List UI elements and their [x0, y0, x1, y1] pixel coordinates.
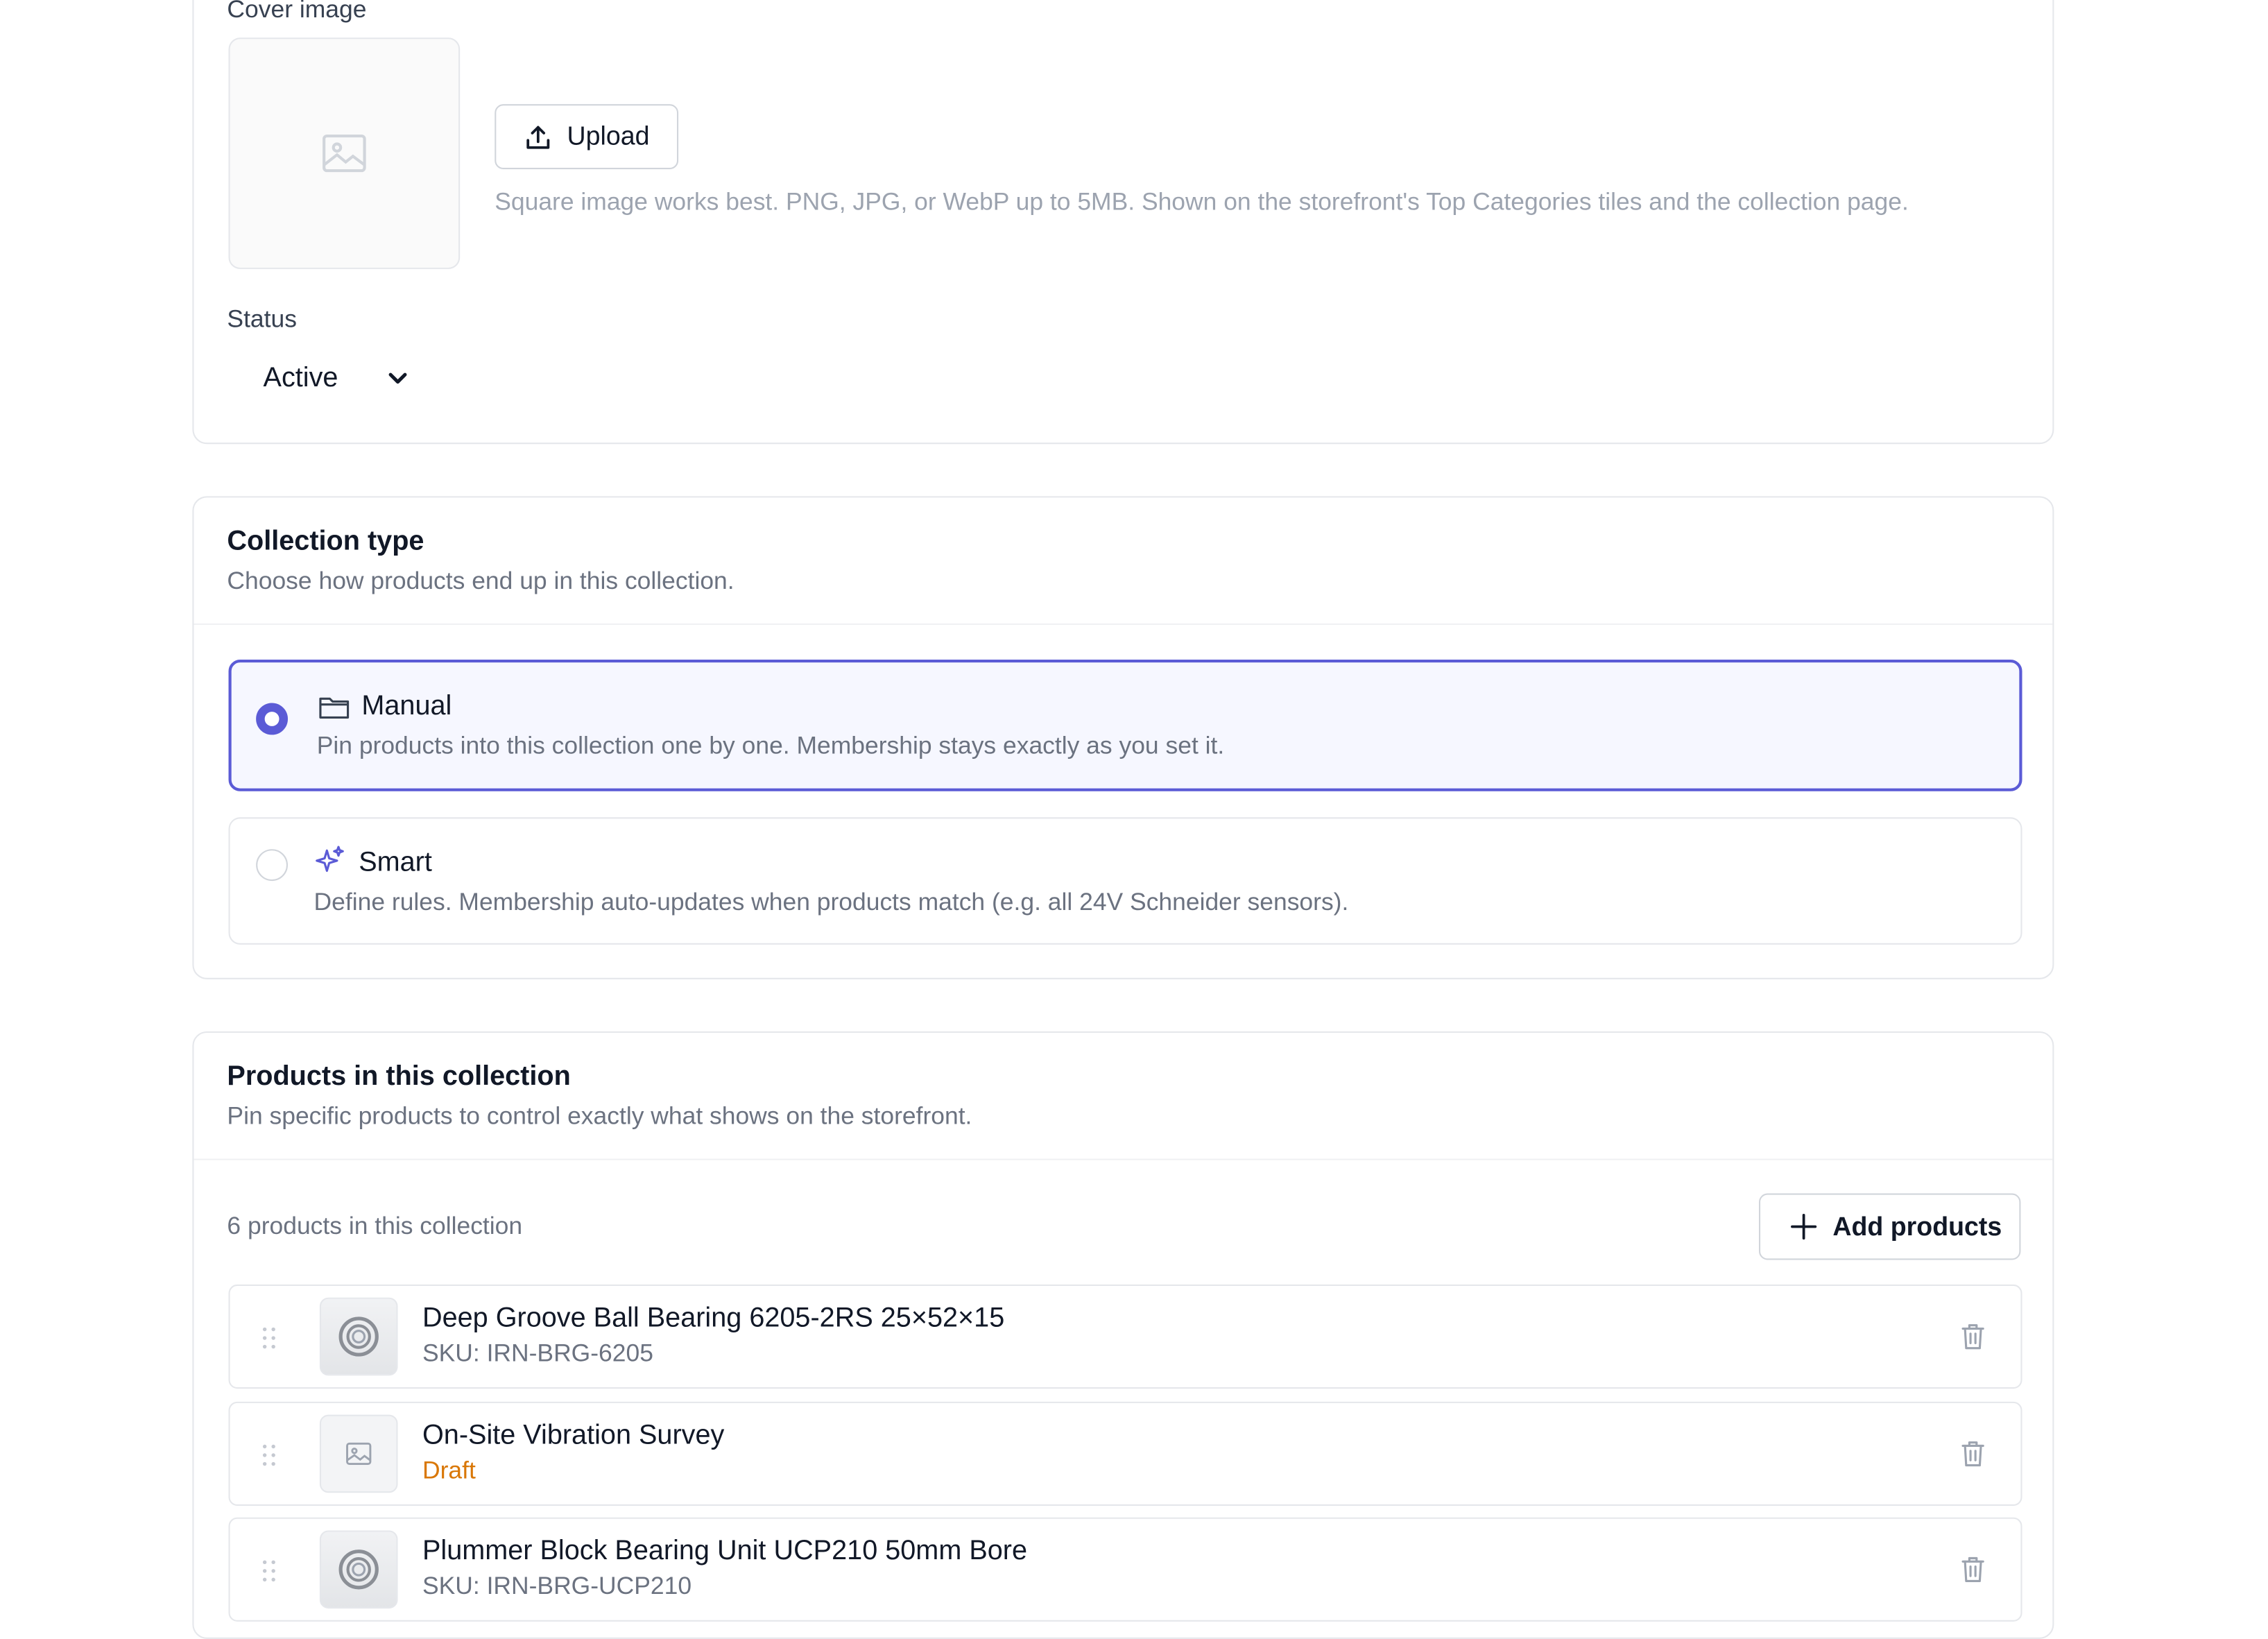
product-sku: SKU: IRN-BRG-UCP210 — [422, 1572, 692, 1600]
cover-image-label: Cover image — [227, 0, 367, 24]
bearing-icon — [338, 1550, 379, 1590]
section-divider — [194, 623, 2053, 625]
product-thumbnail — [319, 1530, 398, 1609]
cover-image-dropzone[interactable] — [228, 37, 461, 269]
smart-option-label: Smart — [359, 848, 432, 878]
products-card: Products in this collection Pin specific… — [192, 1031, 2054, 1639]
collection-type-card: Collection type Choose how products end … — [192, 496, 2054, 979]
trash-icon[interactable] — [1960, 1439, 1986, 1468]
folder-icon — [319, 697, 350, 719]
radio-manual[interactable] — [256, 703, 289, 735]
status-select-value: Active — [263, 363, 338, 394]
upload-icon — [526, 125, 550, 148]
products-subtitle: Pin specific products to control exactly… — [227, 1102, 972, 1130]
add-products-button[interactable]: Add products — [1758, 1193, 2021, 1260]
product-count: 6 products in this collection — [227, 1212, 523, 1240]
status-select[interactable]: Active — [264, 363, 408, 395]
upload-button[interactable]: Upload — [495, 104, 679, 170]
general-card: Cover image Upload Square image works be… — [192, 0, 2054, 445]
trash-icon[interactable] — [1960, 1555, 1986, 1584]
product-sku: SKU: IRN-BRG-6205 — [422, 1339, 653, 1367]
plus-icon — [1791, 1213, 1817, 1240]
trash-icon[interactable] — [1960, 1322, 1986, 1351]
product-thumbnail — [319, 1414, 398, 1493]
chevron-down-icon — [388, 372, 406, 384]
collection-type-title: Collection type — [227, 526, 424, 557]
drag-handle-icon[interactable] — [261, 1559, 276, 1582]
manual-option-label: Manual — [361, 691, 452, 722]
collection-type-option-manual[interactable]: Manual Pin products into this collection… — [228, 659, 2022, 791]
drag-handle-icon[interactable] — [261, 1443, 276, 1466]
product-name[interactable]: Deep Groove Ball Bearing 6205-2RS 25×52×… — [422, 1303, 1004, 1335]
products-title: Products in this collection — [227, 1061, 571, 1092]
sparkles-icon — [316, 846, 344, 873]
page-canvas: Cover image Upload Square image works be… — [0, 0, 2268, 1639]
product-row[interactable]: On-Site Vibration Survey Draft — [228, 1401, 2022, 1507]
upload-button-label: Upload — [567, 121, 650, 151]
product-row[interactable]: Plummer Block Bearing Unit UCP210 50mm B… — [228, 1517, 2022, 1622]
add-products-label: Add products — [1832, 1211, 2002, 1241]
image-placeholder-icon — [323, 134, 366, 173]
section-divider — [194, 1158, 2053, 1160]
product-name[interactable]: On-Site Vibration Survey — [422, 1421, 724, 1452]
product-row[interactable]: Deep Groove Ball Bearing 6205-2RS 25×52×… — [228, 1284, 2022, 1389]
collection-type-subtitle: Choose how products end up in this colle… — [227, 567, 734, 595]
bearing-icon — [338, 1316, 379, 1357]
smart-option-description: Define rules. Membership auto-updates wh… — [313, 888, 1349, 916]
product-thumbnail — [319, 1297, 398, 1376]
product-status-draft: Draft — [422, 1457, 476, 1484]
collection-type-option-smart[interactable]: Smart Define rules. Membership auto-upda… — [228, 817, 2022, 945]
upload-hint: Square image works best. PNG, JPG, or We… — [495, 188, 1909, 216]
product-name[interactable]: Plummer Block Bearing Unit UCP210 50mm B… — [422, 1536, 1027, 1568]
status-label: Status — [227, 305, 297, 333]
drag-handle-icon[interactable] — [261, 1326, 276, 1349]
manual-option-description: Pin products into this collection one by… — [316, 732, 1225, 760]
image-placeholder-icon — [346, 1442, 372, 1465]
radio-smart[interactable] — [256, 849, 289, 882]
